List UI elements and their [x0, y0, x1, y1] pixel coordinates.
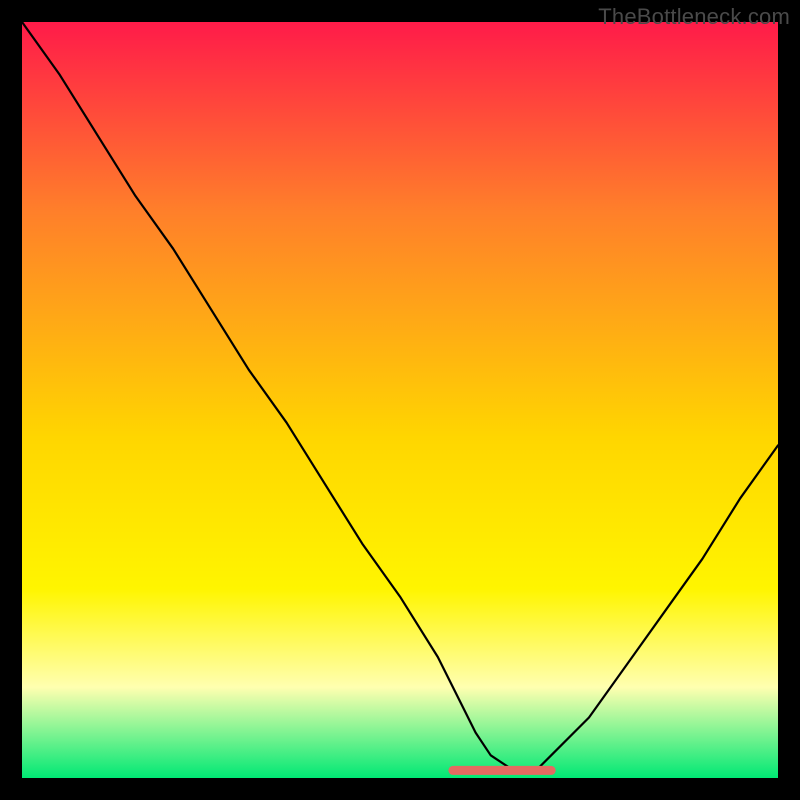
plot-background: [22, 22, 778, 778]
watermark-text: TheBottleneck.com: [598, 4, 790, 30]
chart-frame: TheBottleneck.com: [0, 0, 800, 800]
bottleneck-plot: [22, 22, 778, 778]
